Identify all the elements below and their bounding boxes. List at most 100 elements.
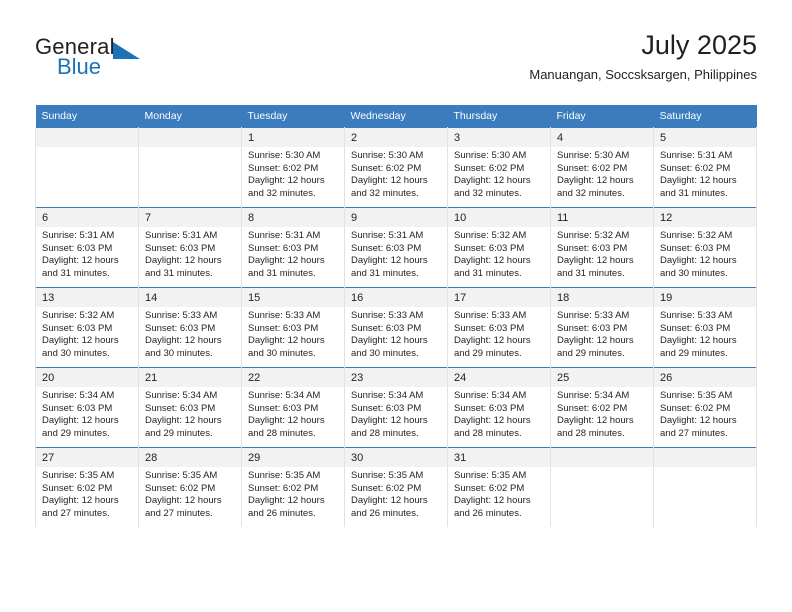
day-details: Sunrise: 5:33 AM Sunset: 6:03 PM Daylight:… xyxy=(345,307,447,360)
sunset-time: Sunset: 6:02 PM xyxy=(248,162,319,174)
calendar-week-row: 20 Sunrise: 5:34 AM Sunset: 6:03 PM Dayligh… xyxy=(35,367,757,448)
calendar-day-cell[interactable]: 21 Sunrise: 5:34 AM Sunset: 6:03 PM Dayligh… xyxy=(138,367,242,448)
daylight-duration-line1: Daylight: 12 hours xyxy=(454,175,531,187)
sunset-time: Sunset: 6:03 PM xyxy=(557,242,628,254)
calendar-day-cell[interactable]: 16 Sunrise: 5:33 AM Sunset: 6:03 PM Dayligh… xyxy=(344,287,448,368)
day-details: Sunrise: 5:34 AM Sunset: 6:03 PM Daylight:… xyxy=(345,387,447,440)
daylight-duration-line1: Daylight: 12 hours xyxy=(660,255,737,267)
sunrise-time: Sunrise: 5:35 AM xyxy=(351,470,424,481)
daylight-duration-line1: Daylight: 12 hours xyxy=(557,255,634,267)
calendar-day-cell[interactable]: 6 Sunrise: 5:31 AM Sunset: 6:03 PM Daylight… xyxy=(35,207,139,288)
day-number: 23 xyxy=(345,368,447,387)
daylight-duration-line2: and 30 minutes. xyxy=(351,347,419,359)
sunrise-time: Sunrise: 5:35 AM xyxy=(248,470,321,481)
calendar-day-cell[interactable]: 11 Sunrise: 5:32 AM Sunset: 6:03 PM Dayligh… xyxy=(550,207,654,288)
day-details: Sunrise: 5:35 AM Sunset: 6:02 PM Daylight:… xyxy=(654,387,756,440)
day-number: 15 xyxy=(242,288,344,307)
day-cell-inner: 29 Sunrise: 5:35 AM Sunset: 6:02 PM Dayligh… xyxy=(242,448,344,520)
calendar-day-cell[interactable]: 15 Sunrise: 5:33 AM Sunset: 6:03 PM Dayligh… xyxy=(241,287,345,368)
sunset-time: Sunset: 6:03 PM xyxy=(145,242,216,254)
day-number: 8 xyxy=(242,208,344,227)
sunset-time: Sunset: 6:02 PM xyxy=(351,162,422,174)
calendar-day-cell[interactable]: 1 Sunrise: 5:30 AM Sunset: 6:02 PM Daylight… xyxy=(241,127,345,208)
sunrise-time: Sunrise: 5:34 AM xyxy=(145,390,218,401)
calendar-day-cell[interactable]: 23 Sunrise: 5:34 AM Sunset: 6:03 PM Dayligh… xyxy=(344,367,448,448)
daylight-duration-line2: and 32 minutes. xyxy=(454,187,522,199)
day-details xyxy=(139,147,241,150)
day-cell-inner: 5 Sunrise: 5:31 AM Sunset: 6:02 PM Daylight… xyxy=(654,128,756,200)
day-number: 13 xyxy=(36,288,138,307)
calendar-day-cell[interactable]: 24 Sunrise: 5:34 AM Sunset: 6:03 PM Dayligh… xyxy=(447,367,551,448)
calendar-day-cell[interactable]: 28 Sunrise: 5:35 AM Sunset: 6:02 PM Dayligh… xyxy=(138,447,242,527)
calendar-day-cell[interactable]: 5 Sunrise: 5:31 AM Sunset: 6:02 PM Daylight… xyxy=(653,127,757,208)
calendar-day-cell[interactable]: 30 Sunrise: 5:35 AM Sunset: 6:02 PM Dayligh… xyxy=(344,447,448,527)
calendar-day-cell[interactable]: 14 Sunrise: 5:33 AM Sunset: 6:03 PM Dayligh… xyxy=(138,287,242,368)
sunset-time: Sunset: 6:03 PM xyxy=(42,402,113,414)
day-number xyxy=(36,128,138,147)
calendar-day-cell[interactable]: 29 Sunrise: 5:35 AM Sunset: 6:02 PM Dayligh… xyxy=(241,447,345,527)
daylight-duration-line1: Daylight: 12 hours xyxy=(351,335,428,347)
calendar-day-cell[interactable]: 2 Sunrise: 5:30 AM Sunset: 6:02 PM Daylight… xyxy=(344,127,448,208)
daylight-duration-line2: and 28 minutes. xyxy=(557,427,625,439)
day-number: 29 xyxy=(242,448,344,467)
sunset-time: Sunset: 6:03 PM xyxy=(351,322,422,334)
calendar-day-cell[interactable]: 18 Sunrise: 5:33 AM Sunset: 6:03 PM Dayligh… xyxy=(550,287,654,368)
sunrise-time: Sunrise: 5:30 AM xyxy=(351,150,424,161)
sunset-time: Sunset: 6:02 PM xyxy=(557,162,628,174)
calendar-day-cell[interactable]: 9 Sunrise: 5:31 AM Sunset: 6:03 PM Daylight… xyxy=(344,207,448,288)
sunrise-time: Sunrise: 5:33 AM xyxy=(557,310,630,321)
sunrise-time: Sunrise: 5:34 AM xyxy=(454,390,527,401)
daylight-duration-line2: and 26 minutes. xyxy=(454,507,522,519)
calendar-day-cell[interactable]: 31 Sunrise: 5:35 AM Sunset: 6:02 PM Dayligh… xyxy=(447,447,551,527)
calendar-day-cell[interactable]: 19 Sunrise: 5:33 AM Sunset: 6:03 PM Dayligh… xyxy=(653,287,757,368)
daylight-duration-line1: Daylight: 12 hours xyxy=(557,335,634,347)
triangle-flag-icon xyxy=(113,42,140,59)
weekday-header-monday: Monday xyxy=(138,105,242,128)
sunset-time: Sunset: 6:03 PM xyxy=(660,322,731,334)
day-cell-inner: 12 Sunrise: 5:32 AM Sunset: 6:03 PM Dayligh… xyxy=(654,208,756,280)
calendar-day-cell[interactable]: 12 Sunrise: 5:32 AM Sunset: 6:03 PM Dayligh… xyxy=(653,207,757,288)
calendar-day-cell[interactable]: 3 Sunrise: 5:30 AM Sunset: 6:02 PM Daylight… xyxy=(447,127,551,208)
sunset-time: Sunset: 6:02 PM xyxy=(145,482,216,494)
day-details: Sunrise: 5:30 AM Sunset: 6:02 PM Daylight:… xyxy=(345,147,447,200)
calendar-day-cell[interactable]: 25 Sunrise: 5:34 AM Sunset: 6:02 PM Dayligh… xyxy=(550,367,654,448)
day-cell-inner: 14 Sunrise: 5:33 AM Sunset: 6:03 PM Dayligh… xyxy=(139,288,241,360)
calendar-day-cell[interactable]: 7 Sunrise: 5:31 AM Sunset: 6:03 PM Daylight… xyxy=(138,207,242,288)
calendar-day-cell[interactable]: 13 Sunrise: 5:32 AM Sunset: 6:03 PM Dayligh… xyxy=(35,287,139,368)
sunset-time: Sunset: 6:03 PM xyxy=(660,242,731,254)
day-cell-inner: 2 Sunrise: 5:30 AM Sunset: 6:02 PM Daylight… xyxy=(345,128,447,200)
calendar-body: 1 Sunrise: 5:30 AM Sunset: 6:02 PM Daylight… xyxy=(35,127,757,527)
daylight-duration-line1: Daylight: 12 hours xyxy=(454,495,531,507)
day-cell-inner: 7 Sunrise: 5:31 AM Sunset: 6:03 PM Daylight… xyxy=(139,208,241,280)
day-number: 16 xyxy=(345,288,447,307)
calendar-day-cell[interactable]: 10 Sunrise: 5:32 AM Sunset: 6:03 PM Dayligh… xyxy=(447,207,551,288)
calendar-day-cell[interactable]: 22 Sunrise: 5:34 AM Sunset: 6:03 PM Dayligh… xyxy=(241,367,345,448)
sunrise-time: Sunrise: 5:30 AM xyxy=(454,150,527,161)
day-cell-inner: 15 Sunrise: 5:33 AM Sunset: 6:03 PM Dayligh… xyxy=(242,288,344,360)
sunrise-time: Sunrise: 5:31 AM xyxy=(145,230,218,241)
day-number xyxy=(654,448,756,467)
sunrise-time: Sunrise: 5:34 AM xyxy=(248,390,321,401)
day-cell-inner: 27 Sunrise: 5:35 AM Sunset: 6:02 PM Dayligh… xyxy=(36,448,138,520)
day-details: Sunrise: 5:35 AM Sunset: 6:02 PM Daylight:… xyxy=(139,467,241,520)
day-details: Sunrise: 5:33 AM Sunset: 6:03 PM Daylight:… xyxy=(139,307,241,360)
daylight-duration-line1: Daylight: 12 hours xyxy=(145,495,222,507)
day-number: 4 xyxy=(551,128,653,147)
sunrise-time: Sunrise: 5:33 AM xyxy=(660,310,733,321)
day-cell-inner xyxy=(36,128,138,150)
daylight-duration-line1: Daylight: 12 hours xyxy=(248,255,325,267)
calendar-day-cell[interactable]: 8 Sunrise: 5:31 AM Sunset: 6:03 PM Daylight… xyxy=(241,207,345,288)
day-number: 10 xyxy=(448,208,550,227)
daylight-duration-line2: and 26 minutes. xyxy=(351,507,419,519)
calendar-day-cell[interactable]: 27 Sunrise: 5:35 AM Sunset: 6:02 PM Dayligh… xyxy=(35,447,139,527)
day-details: Sunrise: 5:33 AM Sunset: 6:03 PM Daylight:… xyxy=(242,307,344,360)
calendar-day-cell-empty xyxy=(138,127,242,208)
daylight-duration-line1: Daylight: 12 hours xyxy=(248,495,325,507)
page-subtitle: Manuangan, Soccsksargen, Philippines xyxy=(529,67,757,82)
calendar-day-cell[interactable]: 17 Sunrise: 5:33 AM Sunset: 6:03 PM Dayligh… xyxy=(447,287,551,368)
daylight-duration-line2: and 32 minutes. xyxy=(248,187,316,199)
calendar-day-cell[interactable]: 20 Sunrise: 5:34 AM Sunset: 6:03 PM Dayligh… xyxy=(35,367,139,448)
calendar-day-cell[interactable]: 26 Sunrise: 5:35 AM Sunset: 6:02 PM Dayligh… xyxy=(653,367,757,448)
calendar-day-cell[interactable]: 4 Sunrise: 5:30 AM Sunset: 6:02 PM Daylight… xyxy=(550,127,654,208)
brand-logo[interactable]: General Blue xyxy=(35,34,255,86)
